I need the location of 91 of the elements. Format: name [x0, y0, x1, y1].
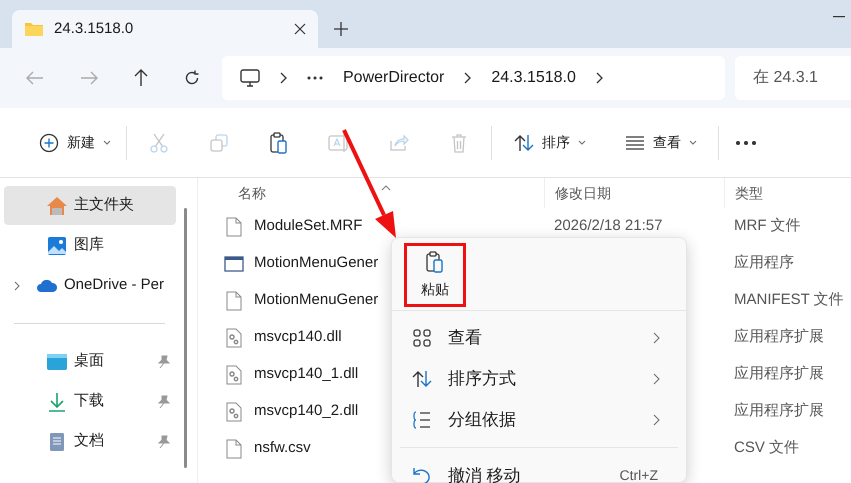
- breadcrumb-item[interactable]: 24.3.1518.0: [491, 66, 576, 90]
- tab-title: 24.3.1518.0: [54, 18, 134, 39]
- window-icon: [224, 256, 244, 272]
- document-icon: [49, 432, 65, 452]
- sidebar-item[interactable]: 文档: [4, 422, 176, 461]
- caret-icon: [103, 140, 111, 145]
- desktop-icon: [46, 352, 68, 370]
- sidebar-item[interactable]: OneDrive - Per: [4, 266, 176, 305]
- undo-icon: [413, 466, 431, 483]
- ellipsis-icon[interactable]: [307, 76, 323, 80]
- chevron-icon: [653, 372, 660, 384]
- type-cell: 应用程序扩展: [734, 402, 824, 420]
- file-name[interactable]: ModuleSet.MRF: [254, 215, 362, 238]
- caret-icon: [689, 140, 697, 145]
- menu-item[interactable]: 分组依据: [398, 399, 680, 440]
- up-icon[interactable]: [134, 69, 148, 87]
- address-bar[interactable]: PowerDirector 24.3.1518.0: [222, 56, 725, 100]
- file-icon: [226, 290, 242, 310]
- search-input[interactable]: 在 24.3.1: [753, 66, 851, 90]
- share-icon: [389, 134, 409, 152]
- file-name[interactable]: MotionMenuGener: [254, 289, 378, 312]
- minimize-icon[interactable]: [833, 16, 845, 18]
- download-icon: [48, 392, 66, 412]
- date-cell: 2026/2/18 21:57: [554, 217, 662, 234]
- chevron-icon: [653, 332, 660, 344]
- folder-tab[interactable]: 24.3.1518.0: [12, 10, 318, 48]
- sidebar-item[interactable]: 主文件夹: [4, 186, 176, 225]
- sidebar-item[interactable]: 图库: [4, 226, 176, 265]
- refresh-icon[interactable]: [184, 70, 200, 86]
- type-cell: 应用程序: [734, 254, 794, 272]
- sort-arrows-icon: [514, 134, 534, 152]
- computer-icon: [240, 69, 260, 87]
- sort-button[interactable]: 排序: [494, 122, 606, 162]
- type-cell: CSV 文件: [734, 439, 800, 456]
- chevron-icon[interactable]: [464, 72, 472, 84]
- rename-icon: [328, 132, 350, 152]
- type-cell: MANIFEST 文件: [734, 291, 844, 308]
- new-tab-icon[interactable]: [334, 22, 348, 36]
- file-name[interactable]: MotionMenuGener: [254, 252, 378, 275]
- menu-item[interactable]: 查看: [398, 317, 680, 358]
- more-icon: [736, 140, 756, 144]
- sort-caret-icon: [381, 185, 391, 191]
- file-icon: [226, 438, 242, 458]
- type-cell: MRF 文件: [734, 217, 801, 234]
- file-name[interactable]: msvcp140_1.dll: [254, 363, 358, 386]
- type-cell: 应用程序扩展: [734, 328, 824, 346]
- pin-icon[interactable]: [158, 354, 170, 368]
- list-icon: [413, 410, 431, 428]
- search-field[interactable]: 在 24.3.1: [735, 56, 851, 100]
- plus-circle-icon: [39, 132, 59, 152]
- chevron-icon[interactable]: [14, 280, 20, 290]
- column-header[interactable]: 名称: [198, 178, 544, 208]
- column-header[interactable]: 修改日期: [544, 178, 724, 208]
- menu-item[interactable]: 撤消 移动 Ctrl+Z: [398, 455, 680, 483]
- chevron-icon[interactable]: [596, 72, 603, 84]
- menu-item[interactable]: 排序方式: [398, 358, 680, 399]
- chevron-icon[interactable]: [280, 72, 287, 84]
- gear-file-icon: [226, 364, 242, 384]
- shortcut-text: Ctrl+Z: [620, 466, 658, 483]
- type-cell: 应用程序扩展: [734, 365, 824, 382]
- sidebar-item[interactable]: 下载: [4, 382, 176, 421]
- scissors-icon: [150, 132, 168, 152]
- cloud-icon: [36, 278, 58, 292]
- chevron-icon: [653, 414, 660, 426]
- house-icon: [46, 196, 68, 216]
- close-icon[interactable]: [294, 23, 306, 35]
- caret-icon: [578, 140, 586, 145]
- breadcrumb-item[interactable]: PowerDirector: [343, 66, 444, 90]
- view-button[interactable]: 查看: [606, 122, 716, 162]
- lines-icon: [625, 136, 645, 150]
- paste-button[interactable]: 粘贴: [404, 243, 466, 307]
- clipboard-icon: [426, 250, 444, 272]
- copy-icon: [210, 134, 228, 152]
- clipboard-icon: [270, 132, 288, 154]
- grid-icon: [413, 328, 431, 346]
- file-icon: [226, 216, 242, 236]
- sort-arrows-icon: [412, 370, 432, 388]
- trash-icon: [451, 132, 467, 152]
- gear-file-icon: [226, 402, 242, 422]
- column-header[interactable]: 类型: [724, 178, 851, 208]
- pin-icon[interactable]: [158, 394, 170, 408]
- gear-file-icon: [226, 328, 242, 348]
- folder-icon: [24, 21, 44, 37]
- file-name[interactable]: msvcp140.dll: [254, 326, 342, 349]
- scrollbar[interactable]: [184, 208, 187, 468]
- sidebar-item[interactable]: 桌面: [4, 342, 176, 381]
- file-name[interactable]: nsfw.csv: [254, 437, 311, 460]
- picture-icon: [47, 236, 67, 256]
- pin-icon[interactable]: [158, 434, 170, 448]
- new-button[interactable]: 新建: [26, 122, 124, 162]
- file-name[interactable]: msvcp140_2.dll: [254, 400, 358, 423]
